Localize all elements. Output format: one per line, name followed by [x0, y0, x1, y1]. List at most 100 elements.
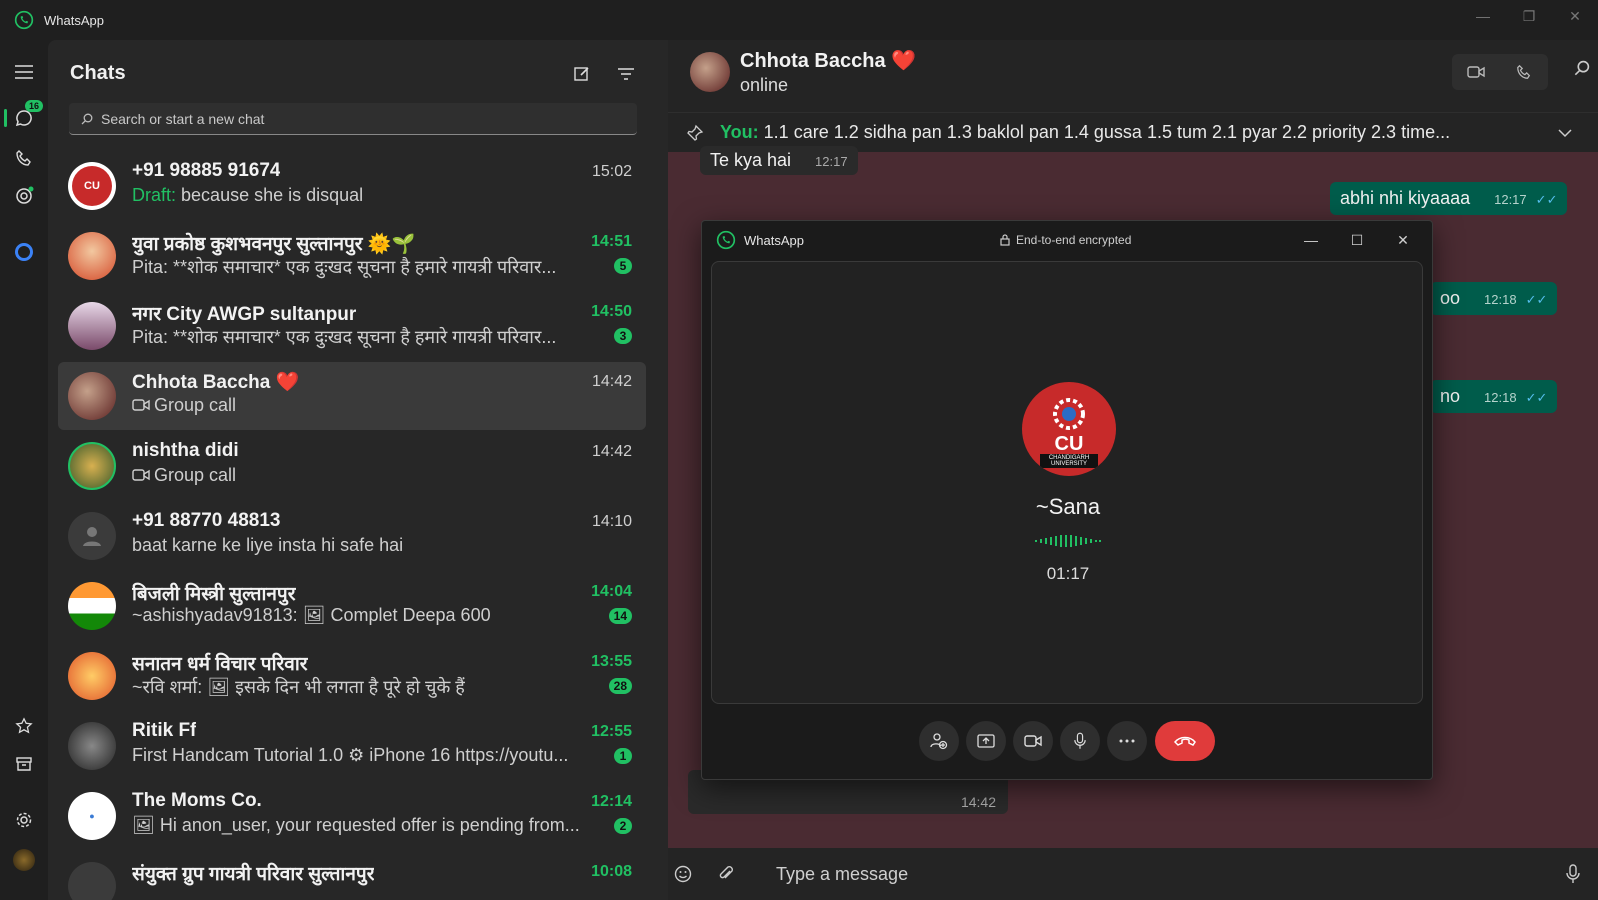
pinned-content: 1.1 care 1.2 sidha pan 1.3 baklol pan 1.… [763, 122, 1451, 142]
video-call-button[interactable] [1452, 54, 1500, 90]
chat-preview: First Handcam Tutorial 1.0 ⚙ iPhone 16 h… [132, 745, 569, 765]
chat-name: सनातन धर्म विचार परिवार [132, 654, 308, 675]
search-icon [81, 113, 93, 124]
chat-preview-text: Group call [154, 395, 237, 415]
menu-button[interactable] [0, 52, 48, 92]
default-user-icon [83, 527, 101, 546]
read-receipt-icon: ✓✓ [1525, 390, 1548, 405]
chat-time: 14:10 [591, 513, 632, 530]
close-icon[interactable]: ✕ [1552, 0, 1598, 32]
chat-row[interactable]: ● The Moms Co. 🖼 Hi anon_user, your requ… [58, 782, 646, 850]
chats-nav-button[interactable]: 16 [0, 98, 48, 138]
avatar: ● [68, 792, 116, 840]
hamburger-icon [15, 65, 33, 79]
chat-preview-text: because she is disqual [181, 185, 364, 205]
microphone-icon[interactable] [1566, 864, 1580, 884]
pinned-text: You: 1.1 care 1.2 sidha pan 1.3 baklol p… [720, 122, 1540, 143]
chat-row[interactable]: संयुक्त ग्रुप गायत्री परिवार सुल्तानपुर … [58, 852, 646, 900]
emoji-icon[interactable] [674, 865, 692, 883]
search-input[interactable]: Search or start a new chat [69, 103, 637, 135]
pinned-you: You: [720, 122, 759, 142]
calls-nav-button[interactable] [0, 138, 48, 178]
whatsapp-logo-icon [716, 230, 736, 250]
chat-row-selected[interactable]: Chhota Baccha ❤️ Group call 14:42 [58, 362, 646, 430]
call-window-titlebar: WhatsApp End-to-end encrypted — ☐ ✕ [702, 221, 1432, 259]
new-chat-button[interactable] [570, 62, 594, 86]
chat-row[interactable]: युवा प्रकोष्ठ कुशभवनपुर सुल्तानपुर 🌞🌱 Pi… [58, 222, 646, 290]
mute-button[interactable] [1060, 721, 1100, 761]
phone-icon [1517, 64, 1531, 79]
chevron-down-icon[interactable] [1558, 128, 1572, 138]
chat-time: 14:04 [591, 583, 632, 600]
chat-row[interactable]: सनातन धर्म विचार परिवार ~रवि शर्मा: 🖼 इस… [58, 642, 646, 710]
chat-name: The Moms Co. [132, 790, 262, 811]
meta-ai-button[interactable] [0, 232, 48, 272]
more-options-button[interactable] [1107, 721, 1147, 761]
end-call-button[interactable] [1155, 721, 1215, 761]
share-screen-icon [977, 734, 995, 748]
message-time: 12:18 [1484, 390, 1517, 405]
chat-time: 15:02 [591, 163, 632, 180]
share-screen-button[interactable] [966, 721, 1006, 761]
caller-avatar: CU CHANDIGARH UNIVERSITY [1022, 382, 1116, 476]
chat-row[interactable]: nishtha didi Group call 14:42 [58, 432, 646, 500]
archived-button[interactable] [0, 744, 48, 784]
message-input[interactable]: Type a message [776, 864, 908, 885]
add-participant-button[interactable] [919, 721, 959, 761]
video-call-icon [132, 399, 150, 411]
new-chat-icon [574, 67, 589, 81]
chat-row[interactable]: CU +91 98885 91674 Draft: because she is… [58, 152, 646, 220]
unread-badge: 1 [614, 748, 632, 764]
search-icon [1574, 60, 1590, 76]
chat-row[interactable]: +91 88770 48813 baat karne ke liye insta… [58, 502, 646, 570]
chat-name: nishtha didi [132, 440, 239, 461]
status-nav-button[interactable] [0, 176, 48, 216]
filter-button[interactable] [614, 62, 638, 86]
chat-preview: Draft: because she is disqual [132, 185, 363, 206]
chat-row[interactable]: Ritik Ff First Handcam Tutorial 1.0 ⚙ iP… [58, 712, 646, 780]
phone-icon [16, 150, 31, 166]
avatar [68, 722, 116, 770]
camera-toggle-button[interactable] [1013, 721, 1053, 761]
chats-title: Chats [70, 62, 126, 84]
chat-name: संयुक्त ग्रुप गायत्री परिवार सुल्तानपुर [132, 864, 375, 885]
lock-icon [1000, 234, 1010, 246]
status-icon [16, 186, 34, 204]
chat-preview: Group call [132, 395, 236, 416]
unread-badge: 3 [614, 328, 632, 344]
chat-time: 14:51 [591, 233, 632, 250]
minimize-icon[interactable]: — [1460, 0, 1506, 32]
close-icon[interactable]: ✕ [1380, 227, 1426, 253]
star-icon [15, 717, 33, 734]
avatar [68, 512, 116, 560]
message-out[interactable]: abhi nhi kiyaaaa 12:17 ✓✓ [1330, 182, 1568, 215]
settings-button[interactable] [0, 800, 48, 840]
pin-icon [687, 124, 704, 141]
chat-time: 12:55 [591, 723, 632, 740]
conversation-header[interactable]: Chhota Baccha ❤️ online [668, 40, 1598, 112]
message-out[interactable]: oo 12:18 ✓✓ [1430, 282, 1558, 315]
message-time: 12:18 [1484, 292, 1517, 307]
message-in[interactable]: Te kya hai 12:17 [700, 146, 858, 175]
chat-name: युवा प्रकोष्ठ कुशभवनपुर सुल्तानपुर 🌞🌱 [132, 234, 416, 255]
avatar [68, 442, 116, 490]
restore-icon[interactable]: ❐ [1506, 0, 1552, 32]
search-chat-button[interactable] [1574, 60, 1590, 81]
draft-label: Draft: [132, 185, 177, 205]
attach-icon[interactable] [718, 865, 734, 883]
microphone-icon [1074, 732, 1086, 749]
voice-call-button[interactable] [1500, 54, 1548, 90]
encryption-text: End-to-end encrypted [1016, 233, 1132, 247]
profile-button[interactable] [0, 840, 48, 880]
chat-preview: baat karne ke liye insta hi safe hai [132, 535, 404, 555]
profile-avatar [13, 849, 35, 871]
whatsapp-logo-icon [14, 10, 34, 30]
minimize-icon[interactable]: — [1288, 227, 1334, 253]
starred-button[interactable] [0, 706, 48, 746]
message-out[interactable]: no 12:18 ✓✓ [1430, 380, 1558, 413]
chat-row[interactable]: बिजली मिस्त्री सुल्तानपुर ~ashishyadav91… [58, 572, 646, 640]
maximize-icon[interactable]: ☐ [1334, 227, 1380, 253]
chat-row[interactable]: नगर City AWGP sultanpur Pita: **शोक समाच… [58, 292, 646, 360]
contact-status: online [740, 75, 789, 95]
contact-avatar[interactable] [690, 52, 730, 92]
